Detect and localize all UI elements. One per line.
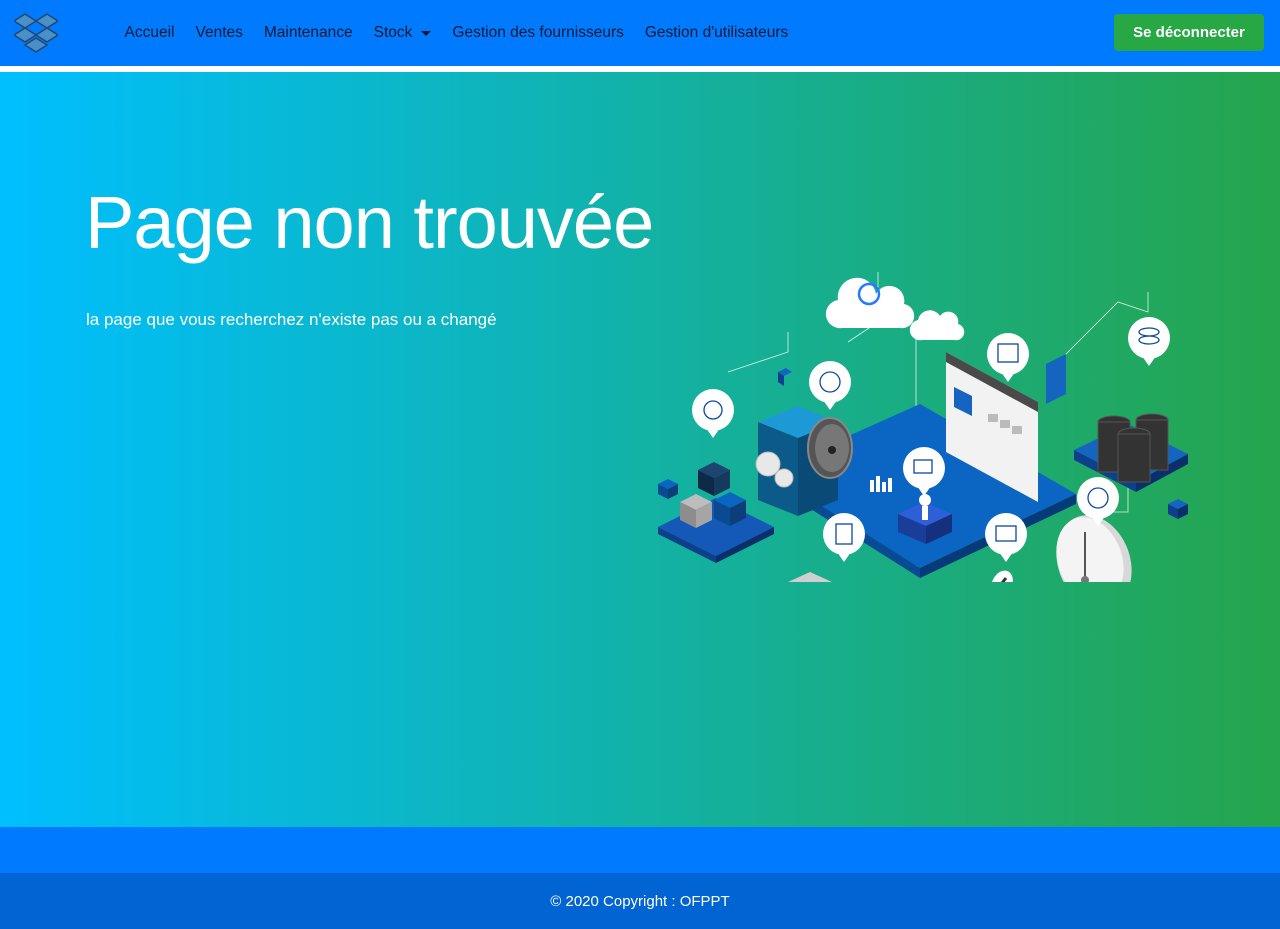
logo-icon[interactable]	[14, 12, 58, 54]
nav-link-fournisseurs[interactable]: Gestion des fournisseurs	[442, 24, 634, 42]
nav-link-ventes[interactable]: Ventes	[185, 24, 253, 42]
footer-top-band	[0, 827, 1280, 873]
page-subtitle: la page que vous recherchez n'existe pas…	[86, 310, 497, 329]
nav-dropdown-stock-label: Stock	[373, 24, 413, 41]
navbar: Accueil Ventes Maintenance Stock Gestion…	[0, 0, 1280, 66]
caret-down-icon	[421, 31, 432, 36]
copyright-text: © 2020 Copyright : OFPPT	[550, 892, 730, 910]
nav-dropdown-stock[interactable]: Stock	[363, 24, 442, 42]
footer: © 2020 Copyright : OFPPT	[0, 873, 1280, 929]
nav-link-accueil[interactable]: Accueil	[114, 24, 185, 42]
hero-section: Page non trouvée la page que vous recher…	[0, 72, 1280, 827]
logout-button[interactable]: Se déconnecter	[1114, 14, 1264, 51]
datacenter-illustration	[658, 272, 1188, 582]
nav-link-maintenance[interactable]: Maintenance	[253, 24, 363, 42]
nav-links: Accueil Ventes Maintenance Stock Gestion…	[114, 0, 799, 66]
page-title: Page non trouvée	[85, 181, 654, 264]
nav-link-utilisateurs[interactable]: Gestion d'utilisateurs	[634, 24, 798, 42]
